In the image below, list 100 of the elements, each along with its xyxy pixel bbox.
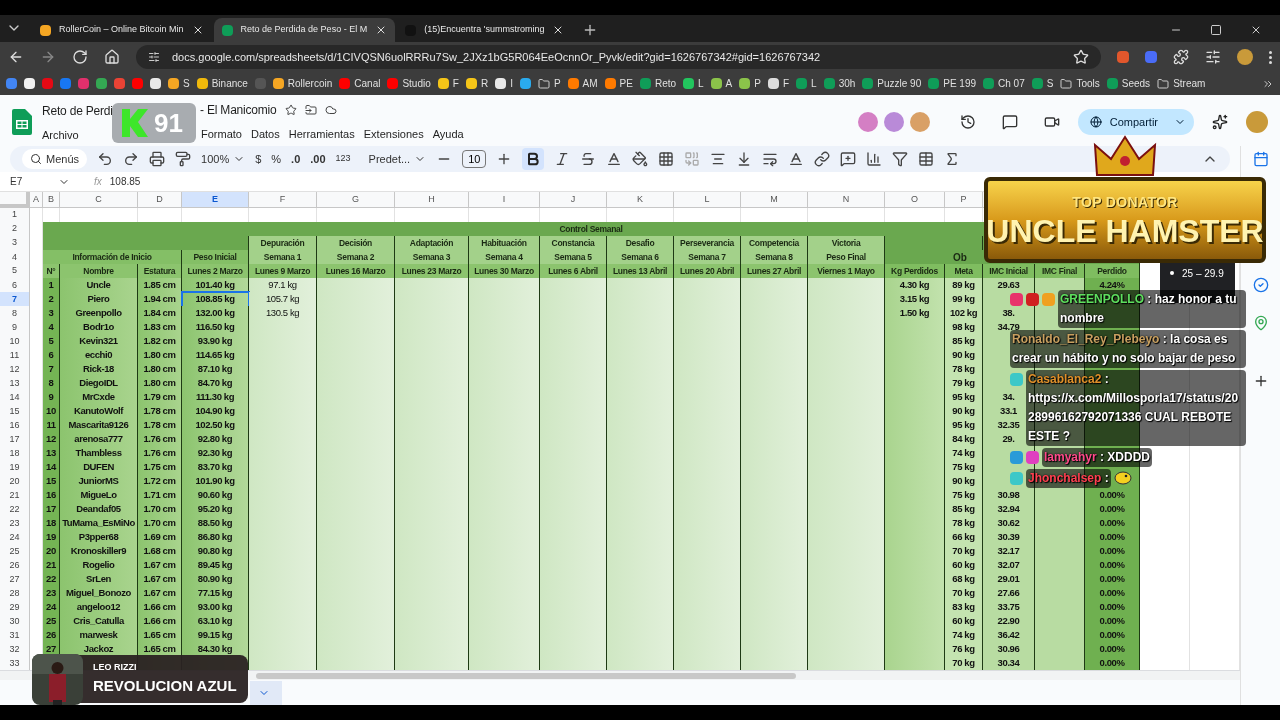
header-cell: Viernes 1 Mayo — [808, 264, 885, 279]
bookmark-label[interactable]: Binance — [211, 76, 248, 91]
bookmark-label[interactable]: Reto — [654, 76, 677, 91]
font-select[interactable]: Predet... — [368, 150, 427, 168]
row-header: 1 — [0, 208, 30, 223]
header-cell: Desafio — [607, 236, 674, 251]
bookmark-label[interactable]: F — [782, 76, 790, 91]
header-cell: Lunes 23 Marzo — [395, 264, 469, 279]
bookmark-label[interactable]: Rollercoin — [287, 76, 333, 91]
tab-title: RollerCoin – Online Bitcoin Min — [59, 23, 184, 37]
header-cell: Lunes 16 Marzo — [317, 264, 395, 279]
bookmark-label[interactable]: S — [1046, 76, 1054, 91]
address-bar[interactable]: docs.google.com/spreadsheets/d/1CIVQSN6uolRRRu7Sw_2JXz1bG5R064EeOcnnOr_Pyvk/edit?gid=1626767342#gid=1626767342 — [136, 45, 1101, 69]
bookmark-label[interactable]: Seeds — [1121, 76, 1151, 91]
column-header[interactable]: E — [182, 192, 249, 209]
header-cell: Lunes 2 Marzo — [182, 264, 249, 279]
column-header[interactable]: L — [674, 192, 741, 209]
menu-item[interactable]: Formato — [201, 125, 242, 143]
bookmark-label[interactable]: I — [510, 76, 513, 91]
column-header[interactable]: J — [540, 192, 607, 209]
column-header[interactable]: A — [30, 192, 43, 209]
column-header[interactable]: K — [607, 192, 674, 209]
bookmark-label[interactable]: Tools — [1076, 76, 1100, 91]
bookmark-label[interactable]: PE 199 — [943, 76, 977, 91]
currency-button[interactable]: $ — [255, 150, 262, 168]
column-header[interactable]: G — [317, 192, 395, 209]
header-cell: IMC Final — [1035, 264, 1085, 279]
artist-name: LEO RIZZI — [93, 661, 138, 674]
song-title: REVOLUCION AZUL — [93, 675, 237, 696]
menu-item[interactable]: Herramientas — [288, 125, 355, 143]
header-cell: N° — [43, 264, 60, 279]
bookmark-label[interactable]: F — [452, 76, 459, 91]
header-cell: Perseverancia — [674, 236, 741, 251]
row-header: 5 — [0, 264, 30, 279]
function-label: fx — [94, 175, 102, 190]
column-header[interactable]: B — [43, 192, 60, 209]
bookmark-label[interactable]: AM — [582, 76, 598, 91]
percent-button[interactable]: % — [271, 150, 282, 168]
header-cell: Decisión — [317, 236, 395, 251]
header-cell: Perdido — [1085, 264, 1140, 279]
header-cell: Lunes 27 Abril — [741, 264, 808, 279]
bookmark-label[interactable]: P — [754, 76, 761, 91]
tab-title: (15)Encuentra 'summstroming — [424, 23, 545, 37]
browser-tab[interactable]: (15)Encuentra 'summstroming — [397, 18, 573, 42]
viewer-count: 91 — [154, 106, 183, 140]
bookmark-label[interactable]: L — [811, 76, 817, 91]
bookmark-label[interactable]: L — [698, 76, 704, 91]
row-header: 3 — [0, 236, 30, 251]
bookmark-label[interactable]: 30h — [838, 76, 856, 91]
header-cell: Lunes 13 Abril — [607, 264, 674, 279]
name-box[interactable]: E7 — [10, 174, 70, 190]
header-cell: Lunes 30 Marzo — [469, 264, 540, 279]
tab-title: Reto de Perdida de Peso - El M — [240, 23, 368, 37]
menu-item[interactable]: Ayuda — [432, 125, 464, 143]
column-header[interactable]: D — [138, 192, 182, 209]
bookmark-label[interactable]: A — [725, 76, 733, 91]
bookmark-label[interactable]: Puzzle 90 — [877, 76, 922, 91]
browser-tab[interactable]: RollerCoin – Online Bitcoin Min — [32, 18, 212, 42]
header-cell: Victoria — [808, 236, 885, 251]
number-format-button[interactable]: 123 — [335, 152, 351, 166]
bookmark-label[interactable]: Studio — [402, 76, 431, 91]
column-header[interactable]: F — [249, 192, 317, 209]
decrease-decimals-button[interactable]: .0 — [291, 150, 301, 168]
formula-field[interactable]: 108.85 — [109, 174, 141, 190]
bookmark-label[interactable]: Ch 07 — [998, 76, 1025, 91]
menu-search[interactable]: Menús — [22, 149, 88, 169]
column-header[interactable]: I — [469, 192, 540, 209]
document-title[interactable]: - El Manicomio — [200, 101, 277, 119]
menu-item[interactable]: Archivo — [42, 129, 79, 141]
bookmark-label[interactable]: Stream — [1173, 76, 1206, 91]
header-cell: Depuración — [249, 236, 317, 251]
bookmark-label[interactable]: PE — [619, 76, 633, 91]
column-header[interactable]: O — [885, 192, 945, 209]
zoom-select[interactable]: 100% — [201, 150, 246, 168]
chat-message: Iamyahyr : XDDDD — [1042, 448, 1153, 467]
header-cell: IMC Inicial — [983, 264, 1035, 279]
increase-decimals-button[interactable]: .00 — [310, 150, 326, 168]
font-size-field[interactable]: 10 — [462, 150, 487, 168]
header-cell: Estatura — [138, 264, 182, 279]
tooltip-text: 25 – 29.9 — [1182, 267, 1224, 281]
browser-tab[interactable]: Reto de Perdida de Peso - El M — [213, 18, 396, 42]
chat-message: Jhonchalsep : — [1026, 469, 1111, 488]
column-header[interactable]: P — [945, 192, 983, 209]
header-cell: Meta — [945, 264, 983, 279]
bookmark-label[interactable]: S — [183, 76, 190, 91]
menu-item[interactable]: Extensiones — [363, 125, 424, 143]
bookmark-label[interactable]: R — [480, 76, 489, 91]
bookmark-label[interactable]: Canal — [354, 76, 381, 91]
share-button[interactable]: Compartir — [1077, 109, 1194, 135]
document-title[interactable]: Reto de Perdi — [42, 104, 113, 118]
header-cell: Competencia — [741, 236, 808, 251]
chat-message: GREENPOLLO : haz honor a tu nombre — [1058, 290, 1246, 328]
column-header[interactable]: N — [808, 192, 885, 209]
menu-item[interactable]: Datos — [250, 125, 280, 143]
url-text: docs.google.com/spreadsheets/d/1CIVQSN6uolRRRu7Sw_2JXz1bG5R064EeOcnnOr_Pyvk/edit?gid=1626767342#gid=1626767342 — [172, 49, 822, 65]
column-header[interactable]: H — [395, 192, 469, 209]
column-header[interactable]: C — [60, 192, 138, 209]
header-cell: Nombre — [60, 264, 138, 279]
bookmark-label[interactable]: P — [553, 76, 561, 91]
column-header[interactable]: M — [741, 192, 808, 209]
